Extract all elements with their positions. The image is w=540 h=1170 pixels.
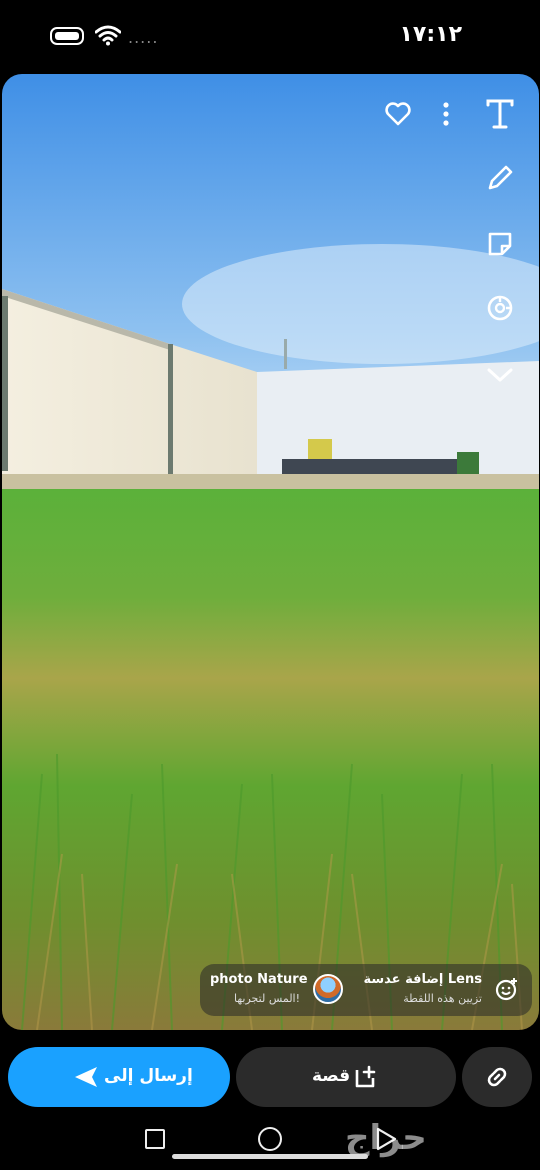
pencil-icon[interactable] <box>482 160 518 196</box>
add-story-icon <box>355 1065 376 1088</box>
scissors-icon[interactable] <box>482 290 518 326</box>
home-button[interactable] <box>258 1127 282 1151</box>
lens-thumbnail[interactable] <box>313 974 343 1004</box>
story-button[interactable]: قصة <box>236 1047 456 1107</box>
clock: ١٧:١٢ <box>399 22 462 47</box>
chevron-down-icon[interactable] <box>482 360 518 390</box>
link-button[interactable] <box>462 1047 532 1107</box>
story-label: قصة <box>312 1066 351 1086</box>
haraj-watermark: حراج <box>345 1118 427 1158</box>
grass-photo <box>2 74 539 1030</box>
signal-dots: ..... <box>128 28 159 47</box>
send-to-label: إرسال إلى <box>104 1066 193 1086</box>
status-bar: ..... ١٧:١٢ <box>0 0 540 72</box>
more-icon[interactable] <box>436 98 456 130</box>
snap-photo[interactable] <box>2 74 539 1030</box>
lens-subtitle: تزيين هذه اللقطة <box>403 992 482 1005</box>
lens-title: إضافة عدسة Lens <box>363 972 482 987</box>
sticker-icon[interactable] <box>482 226 518 262</box>
heart-icon[interactable] <box>382 98 414 130</box>
lens-suggestion-chip[interactable]: إضافة عدسة Lens تزيين هذه اللقطة photo N… <box>200 964 532 1016</box>
link-icon <box>487 1067 507 1087</box>
send-arrow-icon <box>75 1067 97 1087</box>
battery-icon <box>50 27 84 45</box>
home-indicator <box>172 1154 368 1159</box>
wifi-icon <box>95 25 121 46</box>
nature-lens-subtitle: المس لتجربها! <box>234 992 301 1005</box>
text-icon[interactable] <box>482 96 518 132</box>
smiley-plus-icon <box>495 978 517 1001</box>
send-to-button[interactable]: إرسال إلى <box>8 1047 230 1107</box>
recent-apps-button[interactable] <box>145 1129 165 1149</box>
nature-lens-title: photo Nature <box>210 972 308 987</box>
